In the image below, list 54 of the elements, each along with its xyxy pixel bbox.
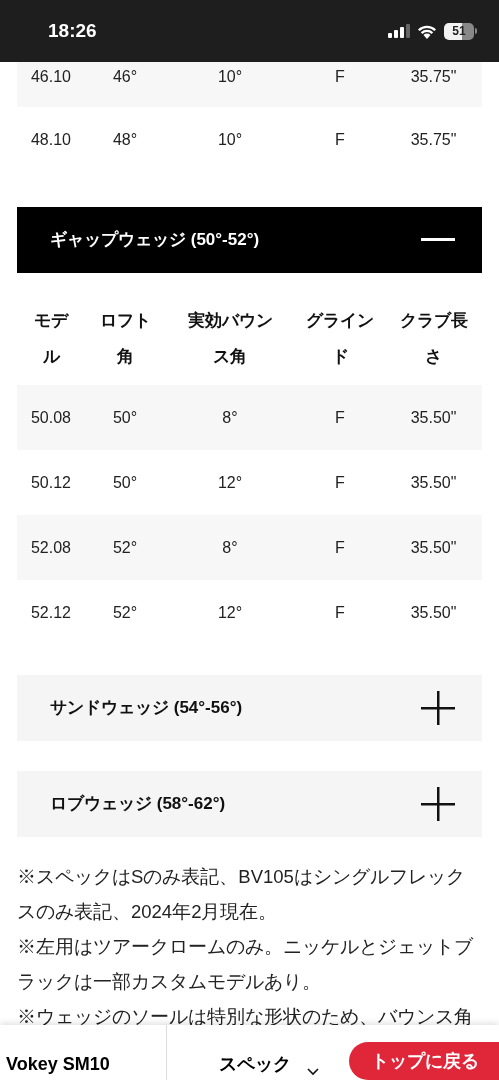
table-cell-text: 50° (112, 407, 138, 428)
table-cell-text: 35.50" (410, 602, 457, 623)
table-cell-text: F (335, 67, 345, 87)
table-cell-text: 48.10 (30, 129, 71, 150)
table-cell-text: 35.50" (410, 407, 457, 428)
table-cell-text: 46° (112, 67, 138, 87)
accordion-title: ロブウェッジ (58°-62°) (50, 793, 226, 816)
battery-level: 51 (452, 23, 466, 40)
table-cell-text: 35.50" (410, 537, 457, 558)
table-cell-text: F (335, 472, 345, 493)
table-cell-text: F (335, 602, 345, 623)
chevron-down-icon[interactable] (307, 1068, 319, 1076)
table-cell-text: 12° (217, 602, 243, 623)
column-header: ロフト角 (98, 310, 152, 368)
accordion-header[interactable]: サンドウェッジ (54°-56°) (17, 675, 482, 741)
product-name[interactable]: Vokey SM10 (0, 1051, 166, 1080)
table-cell-text: 35.75" (410, 129, 457, 150)
table-cell-text: F (335, 537, 345, 558)
table-cell-text: 50.12 (30, 472, 71, 493)
table-cell-text: 35.50" (410, 472, 457, 493)
table-cell-text: F (335, 407, 345, 428)
plus-icon[interactable] (421, 691, 455, 725)
accordion-title: ギャップウェッジ (50°-52°) (50, 229, 260, 252)
back-to-top-button[interactable]: トップに戻る (349, 1042, 499, 1080)
accordion-title: サンドウェッジ (54°-56°) (50, 697, 243, 720)
table-cell-text: 52° (112, 602, 138, 623)
column-header: 実効バウンス角 (186, 310, 274, 368)
column-header: グラインド (305, 310, 375, 368)
table-cell-text: 48° (112, 129, 138, 150)
table-cell-text: 12° (217, 472, 243, 493)
accordion-header[interactable]: ギャップウェッジ (50°-52°) (17, 207, 482, 273)
signal-icon (388, 24, 410, 38)
table-cell-text: 52.12 (30, 602, 71, 623)
plus-icon[interactable] (421, 787, 455, 821)
accordion-header[interactable]: ロブウェッジ (58°-62°) (17, 771, 482, 837)
note-text: ※左用はツアークロームのみ。ニッケルとジェットブラックは一部カスタムモデルあり。 (17, 935, 474, 994)
table-cell-text: 35.75" (410, 67, 457, 87)
table-cell-text: 10° (217, 67, 243, 87)
table-cell-text: 8° (222, 537, 238, 558)
note-text: ※スペックはSのみ表記、BV105はシングルフレックスのみ表記、2024年2月現在。 (17, 865, 466, 924)
minus-icon[interactable] (421, 238, 455, 242)
table-cell-text: 46.10 (30, 67, 71, 87)
table-cell-text: 8° (222, 407, 238, 428)
status-time: 18:26 (48, 18, 97, 43)
table-cell-text: 52.08 (30, 537, 71, 558)
column-header: モデル (33, 310, 69, 368)
table-cell-text: 10° (217, 129, 243, 150)
table-cell-text: 50° (112, 472, 138, 493)
spec-menu[interactable]: スペック (219, 1051, 291, 1080)
wifi-icon (417, 23, 437, 39)
table-cell-text: 52° (112, 537, 138, 558)
table-cell-text: 50.08 (30, 407, 71, 428)
table-cell-text: F (335, 129, 345, 150)
column-header: クラブ長さ (398, 310, 469, 368)
